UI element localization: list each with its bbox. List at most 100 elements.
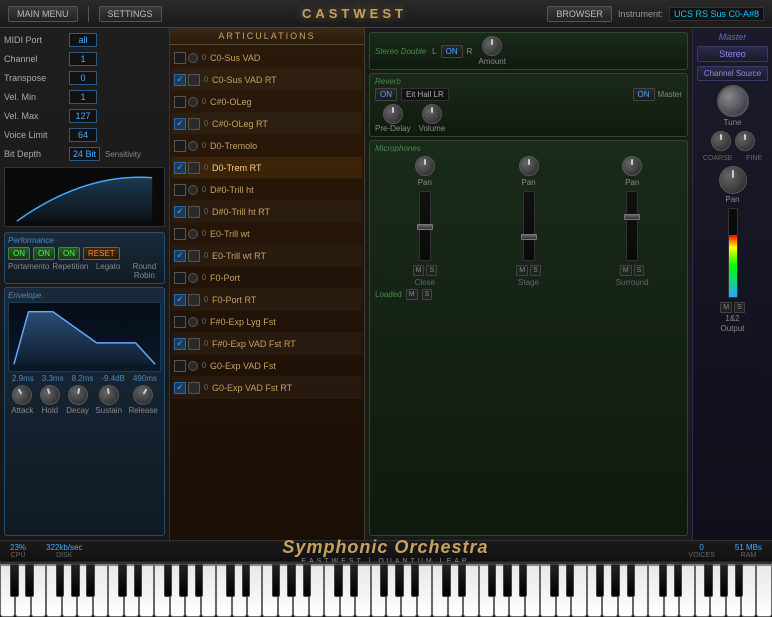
black-key[interactable] [659,564,667,597]
black-key[interactable] [395,564,403,597]
black-key[interactable] [627,564,635,597]
black-key[interactable] [611,564,619,597]
surround-pan-knob[interactable] [622,156,642,176]
black-key[interactable] [242,564,250,597]
hold-knob[interactable] [37,382,63,408]
white-key[interactable] [741,564,756,617]
close-fader[interactable] [419,191,431,261]
release-knob[interactable] [129,381,156,408]
black-key[interactable] [334,564,342,597]
white-key[interactable] [756,564,771,617]
black-key[interactable] [411,564,419,597]
black-key[interactable] [720,564,728,597]
black-key[interactable] [303,564,311,597]
transpose-value[interactable]: 0 [69,71,97,85]
black-key[interactable] [164,564,172,597]
artic-item[interactable]: 0C0-Sus VAD [172,47,362,69]
sustain-knob[interactable] [97,383,120,406]
artic-item[interactable]: ✓0D0-Trem RT [172,157,362,179]
voice-limit-value[interactable]: 64 [69,128,97,142]
artic-checkbox[interactable]: ✓ [174,162,186,174]
black-key[interactable] [350,564,358,597]
black-key[interactable] [86,564,94,597]
black-key[interactable] [519,564,527,597]
master-m-btn[interactable]: M [720,302,732,313]
channel-source-btn[interactable]: Channel Source [697,66,768,81]
black-key[interactable] [458,564,466,597]
close-m-btn[interactable]: M [413,265,425,276]
reset-btn[interactable]: RESET [83,247,120,260]
midi-port-value[interactable]: all [69,33,97,47]
artic-item[interactable]: ✓0E0-Trill wt RT [172,245,362,267]
black-key[interactable] [503,564,511,597]
artic-item[interactable]: ✓0G0-Exp VAD Fst RT [172,377,362,399]
black-key[interactable] [566,564,574,597]
black-key[interactable] [71,564,79,597]
settings-button[interactable]: SETTINGS [99,6,162,22]
black-key[interactable] [25,564,33,597]
pan-knob[interactable] [719,166,747,194]
artic-checkbox[interactable] [174,360,186,372]
black-key[interactable] [134,564,142,597]
artic-checkbox[interactable] [174,140,186,152]
vel-min-value[interactable]: 1 [69,90,97,104]
main-menu-button[interactable]: MAIN MENU [8,6,78,22]
stage-fader-thumb[interactable] [521,234,537,240]
artic-item[interactable]: 0C#0-OLeg [172,91,362,113]
white-key[interactable] [93,564,108,617]
artic-item[interactable]: 0E0-Trill wt [172,223,362,245]
artic-checkbox[interactable] [174,96,186,108]
black-key[interactable] [226,564,234,597]
artic-item[interactable]: 0D0-Tremolo [172,135,362,157]
surround-m-btn[interactable]: M [620,265,632,276]
attack-knob[interactable] [9,381,36,408]
black-key[interactable] [488,564,496,597]
black-key[interactable] [56,564,64,597]
stage-pan-knob[interactable] [519,156,539,176]
black-key[interactable] [10,564,18,597]
artic-item[interactable]: ✓0C0-Sus VAD RT [172,69,362,91]
reverb-volume-knob[interactable] [422,104,442,124]
artic-item[interactable]: 0F#0-Exp Lyg Fst [172,311,362,333]
artic-checkbox[interactable]: ✓ [174,74,186,86]
artic-item[interactable]: 0G0-Exp VAD Fst [172,355,362,377]
artic-item[interactable]: 0F0-Port [172,267,362,289]
artic-checkbox[interactable]: ✓ [174,294,186,306]
black-key[interactable] [195,564,203,597]
artic-item[interactable]: ✓0F#0-Exp VAD Fst RT [172,333,362,355]
browser-button[interactable]: BROWSER [547,6,612,22]
vel-max-value[interactable]: 127 [69,109,97,123]
surround-fader-thumb[interactable] [624,214,640,220]
stereo-btn[interactable]: Stereo [697,46,768,62]
close-s-btn[interactable]: S [426,265,437,276]
reverb-on-btn[interactable]: ON [375,88,397,101]
black-key[interactable] [118,564,126,597]
black-key[interactable] [735,564,743,597]
velocity-display[interactable] [4,167,165,227]
coarse-knob[interactable] [711,131,731,151]
artic-checkbox[interactable]: ✓ [174,338,186,350]
decay-knob[interactable] [66,383,89,406]
close-pan-knob[interactable] [415,156,435,176]
black-key[interactable] [272,564,280,597]
artic-item[interactable]: ✓0D#0-Trill ht RT [172,201,362,223]
reverb-preset[interactable]: Eit Hall LR [401,88,449,101]
close-fader-thumb[interactable] [417,224,433,230]
white-key[interactable] [417,564,432,617]
artic-checkbox[interactable]: ✓ [174,206,186,218]
black-key[interactable] [442,564,450,597]
black-key[interactable] [179,564,187,597]
artic-checkbox[interactable]: ✓ [174,250,186,262]
stage-m-btn[interactable]: M [516,265,528,276]
black-key[interactable] [550,564,558,597]
articulations-list[interactable]: 0C0-Sus VAD✓0C0-Sus VAD RT0C#0-OLeg✓0C#0… [170,45,364,540]
surround-fader[interactable] [626,191,638,261]
white-key[interactable] [309,564,324,617]
black-key[interactable] [704,564,712,597]
white-key[interactable] [633,564,648,617]
channel-value[interactable]: 1 [69,52,97,66]
artic-checkbox[interactable]: ✓ [174,118,186,130]
master-s-btn[interactable]: S [734,302,745,313]
artic-checkbox[interactable] [174,272,186,284]
portamento-on-btn[interactable]: ON [8,247,30,260]
